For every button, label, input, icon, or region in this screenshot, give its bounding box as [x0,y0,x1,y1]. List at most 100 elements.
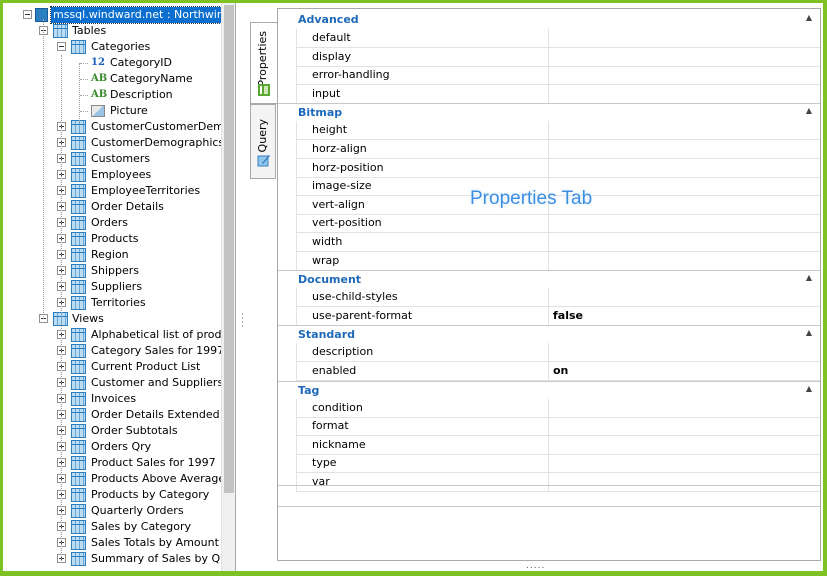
property-value[interactable]: on [548,362,820,381]
tree-table-node[interactable]: CustomerDemographics [3,135,224,151]
category-tag[interactable]: Tag ▲ [278,380,820,399]
property-row[interactable]: description [278,343,820,363]
tree-table-node[interactable]: Region [3,247,222,263]
property-row[interactable]: default [278,29,820,48]
collapse-icon[interactable] [23,10,32,19]
category-label: Bitmap [298,106,343,120]
tree-table-node[interactable]: Order Details [3,199,222,215]
property-value[interactable] [548,454,820,474]
category-advanced[interactable]: Advanced ▲ [278,11,820,29]
property-value[interactable] [548,158,820,178]
tree-scrollbar[interactable] [221,3,235,571]
property-row[interactable]: format [278,417,820,437]
tree-view-node[interactable]: Customer and Suppliers by [3,375,235,391]
view-icon [71,552,86,566]
tree-field-node[interactable]: Picture [3,103,222,119]
tree-view-node[interactable]: Order Details Extended [3,407,222,423]
tree-field-node[interactable]: 12 CategoryID [3,55,222,71]
collapse-chevron-icon[interactable]: ▲ [806,384,812,393]
row-gutter [278,84,296,104]
collapse-chevron-icon[interactable]: ▲ [806,328,812,337]
tree-view-node[interactable]: Product Sales for 1997 [3,455,222,471]
property-value[interactable] [548,47,820,67]
category-standard[interactable]: Standard ▲ [278,325,820,344]
property-value[interactable] [548,233,820,252]
property-value[interactable] [548,29,820,48]
property-value[interactable] [548,140,820,159]
tree-table-node[interactable]: Orders [3,215,222,231]
tree-view-node[interactable]: Products Above Average F [3,471,235,487]
tree-field-node[interactable]: AB CategoryName [3,71,222,87]
tree-node-label: Product Sales for 1997 [91,456,216,469]
property-row[interactable]: vert-position [278,214,820,234]
tree-node-label: Suppliers [91,280,143,293]
tree-view-node[interactable]: Alphabetical list of product [3,327,235,343]
property-value[interactable] [548,84,820,104]
property-value[interactable] [548,398,820,418]
tree-view-node[interactable]: Sales by Category [3,519,222,535]
property-row[interactable]: use-parent-format false [278,306,820,326]
tree-view-node[interactable]: Orders Qry [3,439,222,455]
collapse-icon[interactable] [57,42,66,51]
collapse-chevron-icon[interactable]: ▲ [806,13,812,22]
property-value[interactable] [548,251,820,271]
tree-view-node[interactable]: Current Product List [3,359,222,375]
category-document[interactable]: Document ▲ [278,270,820,289]
window-frame: mssql.windward.net : Northwind Tables Cate… [3,3,823,571]
property-row[interactable]: type [278,454,820,474]
tree-view-node[interactable]: Sales Totals by Amount [3,535,222,551]
property-grid[interactable]: Advanced ▲ default display error-handling inp… [277,8,821,561]
tree-table-node[interactable]: CustomerCustomerDemo [3,119,231,135]
collapse-chevron-icon[interactable]: ▲ [806,106,812,115]
tab-query[interactable]: Query [250,104,276,179]
tree-node-root[interactable]: mssql.windward.net : Northwind [3,6,234,24]
property-row[interactable]: condition [278,398,820,418]
tab-properties-label: Properties [256,31,269,87]
tree-table-node[interactable]: Territories [3,295,222,311]
property-row[interactable]: display [278,47,820,67]
tree-view-node[interactable]: Category Sales for 1997 [3,343,224,359]
category-bitmap[interactable]: Bitmap ▲ [278,103,820,122]
property-value[interactable] [548,417,820,437]
tree-table-node[interactable]: Products [3,231,222,247]
tree-table-node[interactable]: EmployeeTerritories [3,183,222,199]
tree-node-label: Customers [91,152,151,165]
bottom-grip-icon[interactable]: ..... [526,561,545,571]
tree-view-node[interactable]: Products by Category [3,487,222,503]
tree-table-node[interactable]: Suppliers [3,279,222,295]
property-row[interactable]: nickname [278,435,820,455]
property-row[interactable]: enabled on [278,362,820,381]
property-row[interactable]: error-handling [278,66,820,86]
collapse-chevron-icon[interactable]: ▲ [806,273,812,282]
tree-node-tables[interactable]: Tables [3,23,222,39]
property-row[interactable]: input [278,84,820,104]
property-row[interactable]: use-child-styles [278,288,820,308]
tree-view-node[interactable]: Invoices [3,391,222,407]
property-value[interactable] [548,343,820,363]
tree-scrollbar-thumb[interactable] [224,5,234,493]
tree-view-node[interactable]: Quarterly Orders [3,503,222,519]
property-value[interactable] [548,435,820,455]
tree-table-node[interactable]: Shippers [3,263,222,279]
tree-node-views[interactable]: Views [3,311,222,327]
property-value[interactable] [548,288,820,308]
property-value[interactable] [548,214,820,234]
tree-table-node[interactable]: Customers [3,151,222,167]
tree-view-node[interactable]: Summary of Sales by Quar [3,551,235,567]
tree-field-node[interactable]: AB Description [3,87,222,103]
property-row[interactable]: horz-position [278,158,820,178]
tree-node-categories[interactable]: Categories [3,39,222,55]
tab-properties[interactable]: Properties [250,22,278,104]
tree-view-node[interactable]: Order Subtotals [3,423,222,439]
property-row[interactable]: horz-align [278,140,820,159]
tree-node-label: Sales by Category [91,520,192,533]
property-value[interactable] [548,66,820,86]
property-row[interactable]: height [278,121,820,141]
datasource-tree[interactable]: mssql.windward.net : Northwind Tables Cate… [3,3,236,571]
property-row[interactable]: width [278,233,820,252]
property-value[interactable] [548,121,820,141]
tree-table-node[interactable]: Employees [3,167,222,183]
property-value[interactable]: false [548,306,820,326]
panel-splitter[interactable]: · · · · [236,3,249,571]
property-row[interactable]: wrap [278,251,820,271]
